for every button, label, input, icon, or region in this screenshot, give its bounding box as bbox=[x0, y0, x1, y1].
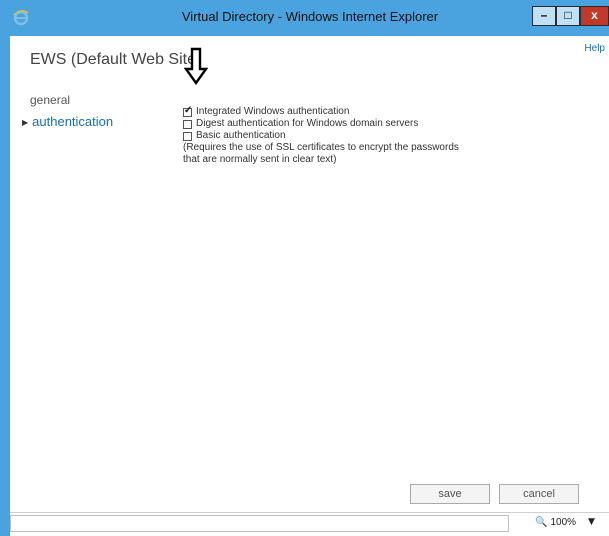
page-content: Help EWS (Default Web Site) general ▶ aut… bbox=[10, 36, 609, 512]
help-link[interactable]: Help bbox=[584, 43, 605, 54]
integrated-auth-checkbox[interactable] bbox=[183, 105, 192, 117]
maximize-button[interactable]: □ bbox=[556, 6, 580, 26]
down-arrow-icon bbox=[184, 47, 208, 85]
basic-auth-checkbox[interactable] bbox=[183, 131, 192, 141]
option-label: Integrated Windows authentication bbox=[196, 106, 350, 117]
browser-window: Virtual Directory - Windows Internet Exp… bbox=[0, 0, 609, 536]
nav-item-general[interactable]: general bbox=[30, 93, 70, 107]
magnifier-icon: 🔍 bbox=[535, 517, 548, 528]
ssl-note-line: (Requires the use of SSL certificates to… bbox=[183, 142, 459, 153]
status-text-field bbox=[10, 515, 509, 532]
auth-options: Integrated Windows authentication Digest… bbox=[183, 105, 483, 166]
option-label: Digest authentication for Windows domain… bbox=[196, 118, 419, 129]
nav-item-authentication[interactable]: ▶ authentication bbox=[22, 114, 113, 129]
ssl-note: (Requires the use of SSL certificates to… bbox=[183, 142, 483, 166]
minimize-button[interactable]: – bbox=[532, 6, 556, 26]
page-title: EWS (Default Web Site) bbox=[30, 51, 202, 68]
cancel-button[interactable]: cancel bbox=[499, 484, 579, 504]
option-digest[interactable]: Digest authentication for Windows domain… bbox=[183, 118, 483, 130]
digest-auth-checkbox[interactable] bbox=[183, 119, 192, 129]
caret-right-icon: ▶ bbox=[22, 118, 29, 127]
option-integrated[interactable]: Integrated Windows authentication bbox=[183, 105, 483, 118]
option-basic[interactable]: Basic authentication bbox=[183, 130, 483, 142]
ie-logo-icon bbox=[13, 10, 29, 26]
zoom-control[interactable]: 🔍 100% bbox=[535, 517, 576, 528]
save-button[interactable]: save bbox=[410, 484, 490, 504]
status-bar: 🔍 100% ▼ bbox=[10, 512, 609, 536]
nav-item-label: authentication bbox=[32, 114, 114, 129]
close-button[interactable]: x bbox=[580, 6, 609, 26]
chevron-down-icon[interactable]: ▼ bbox=[588, 517, 595, 527]
zoom-level: 100% bbox=[550, 517, 577, 528]
ssl-note-line: that are normally sent in clear text) bbox=[183, 154, 337, 165]
window-title: Virtual Directory - Windows Internet Exp… bbox=[181, 9, 439, 24]
option-label: Basic authentication bbox=[196, 130, 286, 141]
title-bar[interactable]: Virtual Directory - Windows Internet Exp… bbox=[0, 0, 609, 36]
